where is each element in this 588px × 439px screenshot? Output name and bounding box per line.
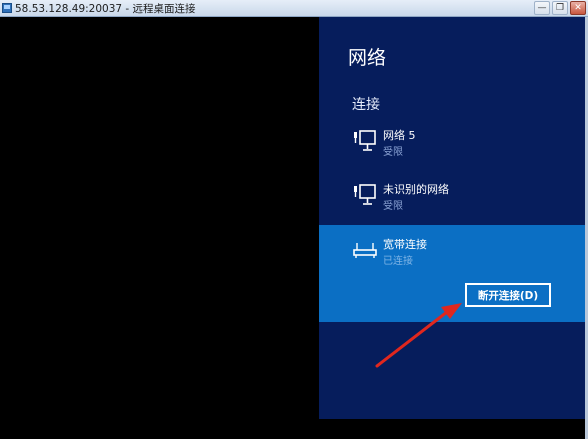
window-controls: — ❐ ✕	[534, 0, 586, 16]
network-name: 未识别的网络	[383, 183, 449, 196]
network-name: 宽带连接	[383, 238, 427, 251]
network-status: 已连接	[383, 256, 413, 267]
window-title: 58.53.128.49:20037 - 远程桌面连接	[15, 3, 196, 15]
wired-network-icon	[354, 130, 376, 151]
window-titlebar[interactable]: 58.53.128.49:20037 - 远程桌面连接 — ❐ ✕	[0, 0, 588, 17]
network-status: 受限	[383, 201, 403, 212]
connections-heading: 连接	[352, 97, 380, 113]
panel-title: 网络	[348, 47, 387, 69]
taskbar-gap	[0, 419, 588, 439]
wired-network-icon	[354, 184, 376, 205]
network-charm-panel: 网络 连接 网络 5 受限 未识别的网络 受限 宽带连接 已连接 断开连接(D)	[319, 17, 588, 436]
remote-desktop-icon	[2, 3, 12, 13]
network-status: 受限	[383, 147, 403, 158]
network-name: 网络 5	[383, 129, 416, 142]
minimize-button[interactable]: —	[534, 1, 550, 15]
broadband-icon	[353, 243, 377, 258]
close-button[interactable]: ✕	[570, 1, 586, 15]
network-item-2[interactable]: 未识别的网络 受限	[319, 179, 588, 231]
restore-button[interactable]: ❐	[552, 1, 568, 15]
disconnect-button[interactable]: 断开连接(D)	[465, 283, 551, 307]
network-item-1[interactable]: 网络 5 受限	[319, 125, 588, 177]
network-item-broadband[interactable]: 宽带连接 已连接 断开连接(D)	[319, 225, 588, 322]
